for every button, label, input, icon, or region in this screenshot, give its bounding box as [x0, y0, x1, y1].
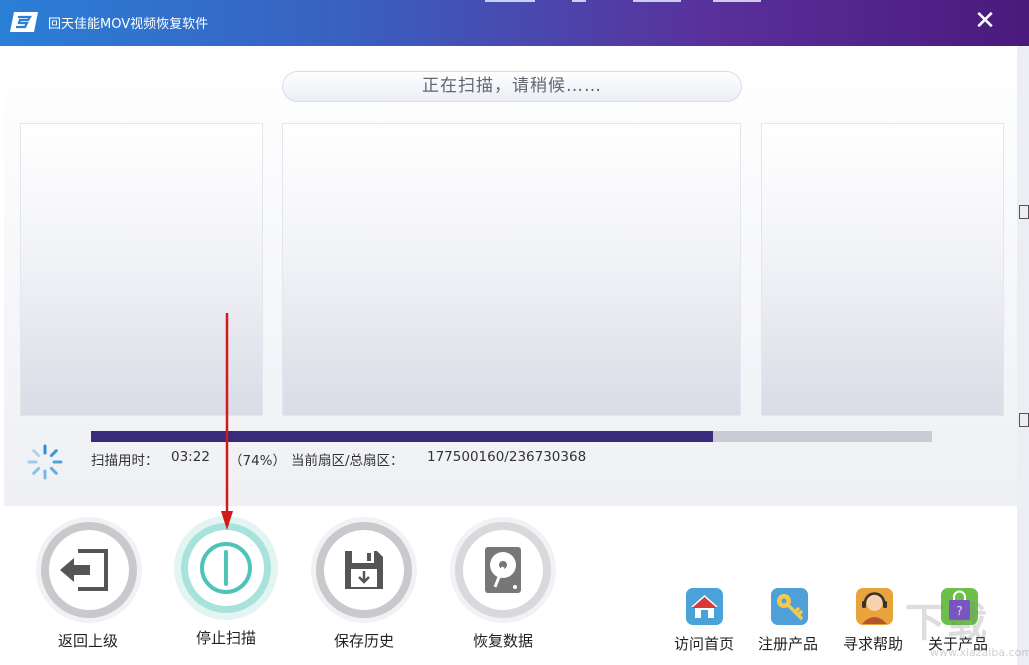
annotation-arrow	[0, 0, 1029, 665]
